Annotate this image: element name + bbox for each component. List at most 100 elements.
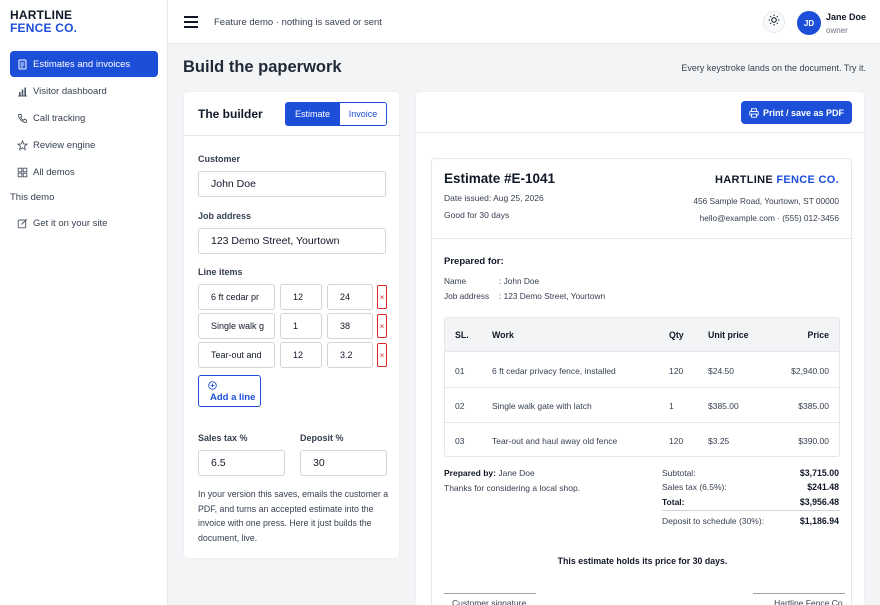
table-row: 03 Tear-out and haul away old fence 120 … <box>445 423 839 458</box>
user-role: owner <box>826 26 848 35</box>
customer-input[interactable]: John Doe <box>198 171 386 197</box>
price-hold-note: This estimate holds its price for 30 day… <box>557 556 728 566</box>
print-button-label: Print / save as PDF <box>762 107 845 118</box>
print-button[interactable]: Print / save as PDF <box>741 101 852 124</box>
row-qty: 120 <box>669 436 684 446</box>
sidebar-item-label: Review engine <box>33 139 96 151</box>
column-qty: Qty <box>669 330 684 340</box>
sidebar-item-estimates[interactable]: Estimates and invoices <box>10 51 158 77</box>
line-item-description-input[interactable]: Single walk g <box>198 313 275 339</box>
column-price: Price <box>807 330 829 340</box>
theme-toggle-button[interactable] <box>763 11 785 33</box>
line-item-price-input[interactable]: 38 <box>327 313 373 339</box>
sun-icon <box>768 13 780 31</box>
remove-line-button[interactable]: × <box>377 314 387 338</box>
add-line-button[interactable]: Add a line <box>198 375 261 407</box>
prepared-for-title: Prepared for: <box>444 256 504 267</box>
sidebar-item-label: Get it on your site <box>33 217 108 229</box>
brand-line2: FENCE CO. <box>10 21 78 35</box>
column-unit-price: Unit price <box>708 330 749 340</box>
row-price: $390.00 <box>798 436 829 446</box>
sidebar-section-label: This demo <box>10 192 55 203</box>
sales-tax-label: Sales tax % <box>198 433 248 443</box>
row-work: 6 ft cedar privacy fence, installed <box>492 366 616 376</box>
subtotal-label: Subtotal: <box>662 468 696 478</box>
column-sl: SL. <box>455 330 469 340</box>
line-item-qty-input[interactable]: 12 <box>280 284 322 310</box>
tab-estimate[interactable]: Estimate <box>286 103 339 125</box>
menu-icon[interactable] <box>184 16 198 28</box>
row-unit-price: $3.25 <box>708 436 730 446</box>
customer-label: Customer <box>198 154 241 164</box>
company-signature-line: Hartline Fence Co. <box>753 593 845 605</box>
prepared-for-address: Job address : 123 Demo Street, Yourtown <box>444 291 605 301</box>
line-item-price-input[interactable]: 3.2 <box>327 342 373 368</box>
deposit-label: Deposit % <box>300 433 344 443</box>
table-header: SL. Work Qty Unit price Price <box>445 318 839 352</box>
line-item-description-input[interactable]: Tear-out and <box>198 342 275 368</box>
document-number: Estimate #E-1041 <box>444 171 556 186</box>
builder-title: The builder <box>198 107 263 121</box>
remove-line-button[interactable]: × <box>377 285 387 309</box>
sales-tax-input[interactable]: 6.5 <box>198 450 285 476</box>
top-bar: Feature demo · nothing is saved or sent … <box>168 0 880 44</box>
estimate-document: Estimate #E-1041 Date issued: Aug 25, 20… <box>431 158 853 605</box>
line-item-description-input[interactable]: 6 ft cedar pr <box>198 284 275 310</box>
total-label: Total: <box>662 497 685 507</box>
sidebar-item-label: Estimates and invoices <box>33 58 131 70</box>
plus-circle-icon <box>208 381 217 390</box>
deposit-input[interactable]: 30 <box>300 450 387 476</box>
deposit-value: $1,186.94 <box>799 516 839 526</box>
sidebar-item-review-engine[interactable]: Review engine <box>10 132 158 158</box>
tab-invoice[interactable]: Invoice <box>339 103 386 125</box>
line-items-label: Line items <box>198 267 243 277</box>
edit-icon <box>17 218 28 229</box>
sidebar-item-label: All demos <box>33 166 75 178</box>
job-key: Job address <box>444 291 490 301</box>
prepared-by-name: Jane Doe <box>498 468 535 478</box>
document-preview-panel: Print / save as PDF Estimate #E-1041 Dat… <box>415 91 866 605</box>
document-brand-part2: FENCE CO. <box>776 174 839 186</box>
tax-label: Sales tax (6.5%): <box>662 482 727 492</box>
job-value: : 123 Demo Street, Yourtown <box>499 291 606 301</box>
table-row: 01 6 ft cedar privacy fence, installed 1… <box>445 353 839 388</box>
deposit-label: Deposit to schedule (30%): <box>662 516 765 526</box>
name-value: : John Doe <box>499 276 540 286</box>
name-key: Name <box>444 276 467 286</box>
column-work: Work <box>492 330 514 340</box>
remove-line-button[interactable]: × <box>377 343 387 367</box>
job-address-input[interactable]: 123 Demo Street, Yourtown <box>198 228 386 254</box>
document-brand: HARTLINE FENCE CO. <box>715 174 839 186</box>
document-icon <box>17 59 28 70</box>
brand-logo[interactable]: HARTLINE FENCE CO. <box>10 9 77 35</box>
thanks-note: Thanks for considering a local shop. <box>444 483 581 493</box>
row-unit-price: $24.50 <box>708 366 734 376</box>
grid-icon <box>17 167 28 178</box>
customer-signature-line: Customer signature <box>444 593 536 605</box>
add-line-label: Add a line <box>210 392 256 403</box>
sidebar-item-call-tracking[interactable]: Call tracking <box>10 105 158 131</box>
line-item-qty-input[interactable]: 12 <box>280 342 322 368</box>
printer-icon <box>749 107 759 118</box>
line-item-qty-input[interactable]: 1 <box>280 313 322 339</box>
sidebar-item-all-demos[interactable]: All demos <box>10 159 158 185</box>
sidebar-item-visitor-dashboard[interactable]: Visitor dashboard <box>10 78 158 104</box>
date-issued: Date issued: Aug 25, 2026 <box>444 193 544 203</box>
total-value: $3,956.48 <box>799 497 839 507</box>
row-qty: 1 <box>669 401 674 411</box>
page-hint: Every keystroke lands on the document. T… <box>681 63 866 73</box>
prepared-by-label: Prepared by: <box>444 468 496 478</box>
sidebar: HARTLINE FENCE CO. Estimates and invoice… <box>0 0 168 605</box>
row-unit-price: $385.00 <box>708 401 739 411</box>
totals-divider <box>662 510 840 511</box>
star-icon <box>17 139 28 151</box>
line-items-table: SL. Work Qty Unit price Price 01 6 ft ce… <box>444 317 840 457</box>
sidebar-item-get-it[interactable]: Get it on your site <box>10 210 158 236</box>
divider <box>416 132 866 133</box>
row-sl: 01 <box>455 366 465 376</box>
sidebar-item-label: Call tracking <box>33 112 86 124</box>
avatar[interactable]: JD <box>797 11 821 35</box>
builder-note: In your version this saves, emails the c… <box>198 489 389 543</box>
line-item-price-input[interactable]: 24 <box>327 284 373 310</box>
demo-note: Feature demo · nothing is saved or sent <box>214 17 382 28</box>
